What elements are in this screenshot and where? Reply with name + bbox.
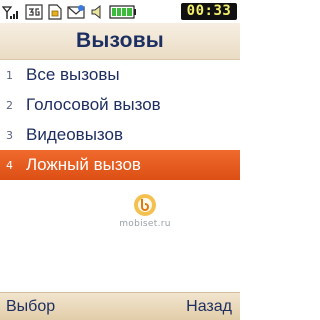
title-bar: Вызовы	[0, 23, 240, 60]
back-softkey[interactable]: Назад	[186, 298, 232, 316]
menu-item-label: Видеовызов	[26, 125, 124, 144]
speaker-icon	[90, 4, 104, 20]
menu-item-voice-call[interactable]: 2 Голосовой вызов	[0, 90, 240, 120]
menu-item-number: 4	[6, 158, 13, 172]
clock: 00:33	[181, 3, 237, 20]
menu-item-number: 1	[6, 68, 13, 82]
menu-item-label: Все вызовы	[26, 65, 120, 84]
menu-item-number: 3	[6, 128, 13, 142]
status-bar: 00:33	[0, 0, 240, 23]
menu-item-video-call[interactable]: 3 Видеовызов	[0, 120, 240, 150]
menu-item-all-calls[interactable]: 1 Все вызовы	[0, 60, 240, 90]
softkey-bar: Выбор Назад	[0, 292, 240, 320]
menu-item-label: Голосовой вызов	[26, 95, 161, 114]
page-title: Вызовы	[76, 29, 164, 52]
select-softkey[interactable]: Выбор	[6, 298, 55, 316]
menu-item-label: Ложный вызов	[26, 155, 141, 174]
watermark: mobiset.ru	[110, 191, 180, 239]
watermark-text: mobiset.ru	[119, 219, 171, 229]
menu-item-fake-call[interactable]: 4 Ложный вызов	[0, 150, 240, 180]
signal-strength-icon	[2, 4, 20, 20]
watermark-logo-icon	[134, 194, 156, 216]
sim-card-icon	[48, 3, 62, 20]
phone-screen: 00:33 Вызовы 1 Все вызовы 2 Голосовой вы…	[0, 0, 240, 320]
menu-list: 1 Все вызовы 2 Голосовой вызов 3 Видеовы…	[0, 60, 240, 180]
menu-item-number: 2	[6, 98, 13, 112]
battery-icon	[109, 4, 137, 20]
network-icon	[25, 3, 43, 20]
email-icon	[67, 4, 85, 20]
